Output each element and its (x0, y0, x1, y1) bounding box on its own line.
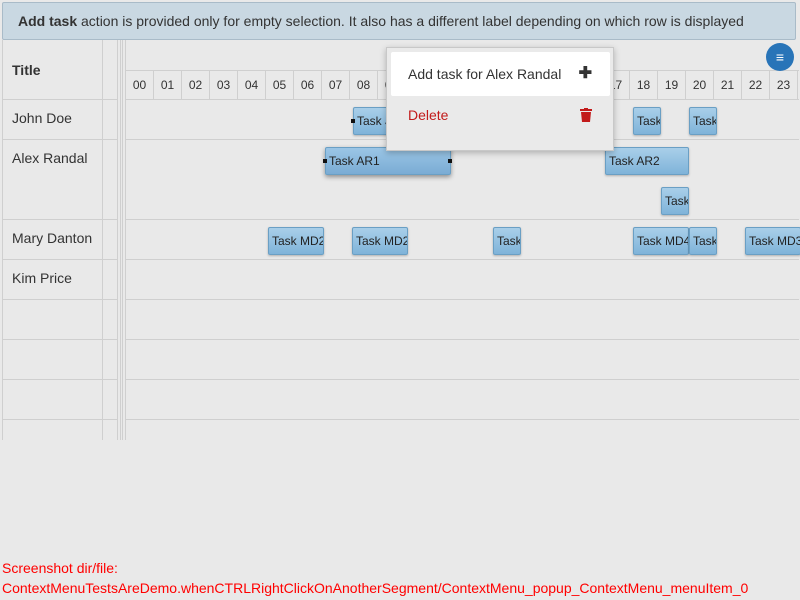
task-bar[interactable]: Task (633, 107, 661, 135)
row-cell (103, 140, 118, 219)
task-bar[interactable]: Task MD4 (633, 227, 689, 255)
table-row[interactable]: Mary Danton (3, 220, 118, 260)
row-name: Alex Randal (3, 140, 103, 219)
plus-icon: ✚ (578, 65, 592, 82)
table-row (3, 420, 118, 440)
resize-handle[interactable] (351, 119, 355, 123)
resize-handle-right[interactable] (448, 159, 452, 163)
timeline-row[interactable]: Task AR1 Task AR2 Task (126, 140, 799, 220)
hour-label: 21 (714, 71, 742, 100)
row-name: Kim Price (3, 260, 103, 299)
hour-label: 20 (686, 71, 714, 100)
hour-label: 06 (294, 71, 322, 100)
task-bar[interactable]: Task MD2 (268, 227, 324, 255)
row-cell (103, 100, 118, 139)
menu-button[interactable]: ≡ (766, 43, 794, 71)
menu-item-label: Add task for Alex Randal (408, 66, 562, 82)
splitter[interactable] (120, 40, 123, 440)
row-cell (103, 380, 118, 419)
timeline-row[interactable] (126, 380, 799, 420)
row-name (3, 340, 103, 379)
info-banner: Add task action is provided only for emp… (2, 2, 796, 40)
task-bar[interactable]: Task MD2 (352, 227, 408, 255)
task-bar[interactable]: Task AR2 (605, 147, 689, 175)
context-menu: Add task for Alex Randal ✚ Delete (386, 47, 614, 151)
timeline-row[interactable] (126, 300, 799, 340)
hour-label: 18 (630, 71, 658, 100)
row-cell (103, 420, 118, 440)
menu-item-label: Delete (408, 107, 449, 123)
task-bar[interactable]: Task MD3 (745, 227, 800, 255)
resource-table: Title John Doe Alex Randal Mary Danton K… (2, 40, 118, 440)
table-row[interactable]: John Doe (3, 100, 118, 140)
caption-line-1: Screenshot dir/file: (2, 560, 118, 576)
banner-text: action is provided only for empty select… (77, 13, 744, 29)
banner-bold-text: Add task (18, 13, 78, 29)
task-bar[interactable]: Task (689, 107, 717, 135)
row-cell (103, 220, 118, 259)
timeline-row[interactable] (126, 260, 799, 300)
column-header-2 (103, 40, 118, 100)
hour-label: 00 (126, 71, 154, 100)
menu-item-delete[interactable]: Delete (391, 93, 610, 137)
caption-line-2: ContextMenuTestsAreDemo.whenCTRLRightCli… (2, 580, 749, 596)
hour-label: 05 (266, 71, 294, 100)
row-name (3, 420, 103, 440)
timeline-row[interactable]: Task MD2 Task MD2 Task Task MD4 Task Tas… (126, 220, 800, 260)
row-name: John Doe (3, 100, 103, 139)
table-row[interactable]: Kim Price (3, 260, 118, 300)
task-bar[interactable]: Task (689, 227, 717, 255)
row-name (3, 380, 103, 419)
table-row[interactable] (3, 300, 118, 340)
table-row[interactable]: Alex Randal (3, 140, 118, 220)
menu-item-add-task[interactable]: Add task for Alex Randal ✚ (391, 52, 610, 96)
table-row[interactable] (3, 380, 118, 420)
screenshot-caption: Screenshot dir/file: ContextMenuTestsAre… (2, 558, 748, 598)
hour-label: 22 (742, 71, 770, 100)
task-bar-selected[interactable]: Task AR1 (325, 147, 451, 175)
hour-label: 03 (210, 71, 238, 100)
hour-label: 04 (238, 71, 266, 100)
hour-label: 02 (182, 71, 210, 100)
title-column-header[interactable]: Title (3, 40, 103, 100)
row-cell (103, 300, 118, 339)
table-row[interactable] (3, 340, 118, 380)
row-name: Mary Danton (3, 220, 103, 259)
row-cell (103, 340, 118, 379)
hour-label: 07 (322, 71, 350, 100)
trash-icon (580, 93, 592, 137)
hour-label: 08 (350, 71, 378, 100)
hour-label: 19 (658, 71, 686, 100)
row-cell (103, 260, 118, 299)
task-bar[interactable]: Task (661, 187, 689, 215)
hamburger-icon: ≡ (775, 49, 785, 65)
timeline-row[interactable] (126, 340, 799, 380)
hour-label: 01 (154, 71, 182, 100)
task-bar[interactable]: Task (493, 227, 521, 255)
resize-handle-left[interactable] (323, 159, 327, 163)
row-name (3, 300, 103, 339)
hour-label: 23 (770, 71, 798, 100)
